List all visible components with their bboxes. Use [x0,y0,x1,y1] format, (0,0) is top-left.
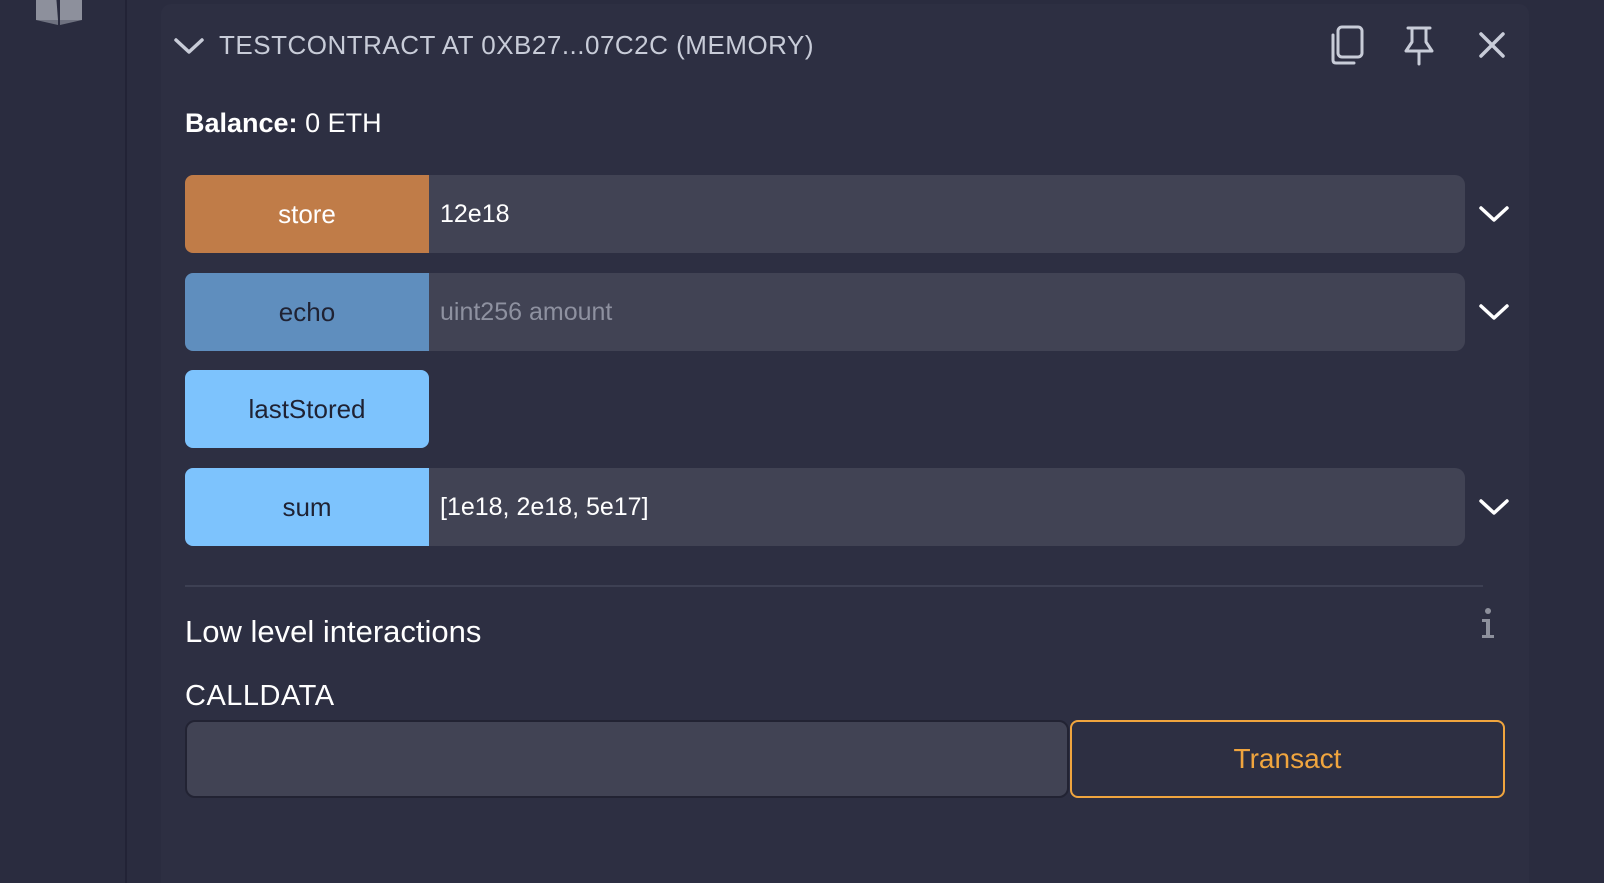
chevron-down-icon[interactable] [1477,197,1511,231]
balance-display: Balance: 0 ETH [185,108,382,139]
chevron-down-icon[interactable] [173,30,205,62]
contract-header: TESTCONTRACT AT 0XB27...07C2C (MEMORY) [161,4,1529,88]
chevron-down-icon[interactable] [1477,295,1511,329]
contract-title[interactable]: TESTCONTRACT AT 0XB27...07C2C (MEMORY) [219,30,814,61]
transact-button[interactable]: Transact [1070,720,1505,798]
balance-label: Balance: [185,108,298,138]
close-icon[interactable] [1472,24,1512,66]
store-function-button[interactable]: store [185,175,429,253]
info-icon[interactable] [1477,606,1499,640]
laststored-function-button[interactable]: lastStored [185,370,429,448]
copy-icon[interactable] [1327,24,1367,66]
calldata-input[interactable] [185,720,1069,798]
store-args-input[interactable]: 12e18 [429,175,1465,253]
pin-icon[interactable] [1399,24,1439,66]
low-level-interactions-title: Low level interactions [185,614,482,649]
book-icon[interactable] [34,0,84,26]
echo-function-button[interactable]: echo [185,273,429,351]
left-icon-rail [0,0,127,883]
app-root: TESTCONTRACT AT 0XB27...07C2C (MEMORY) B… [0,0,1604,883]
calldata-label: CALLDATA [185,680,335,712]
section-divider [185,585,1483,587]
echo-args-input[interactable]: uint256 amount [429,273,1465,351]
sum-args-input[interactable]: [1e18, 2e18, 5e17] [429,468,1465,546]
chevron-down-icon[interactable] [1477,490,1511,524]
balance-value: 0 ETH [305,108,382,138]
contract-instance-panel: TESTCONTRACT AT 0XB27...07C2C (MEMORY) B… [161,4,1529,883]
sum-function-button[interactable]: sum [185,468,429,546]
